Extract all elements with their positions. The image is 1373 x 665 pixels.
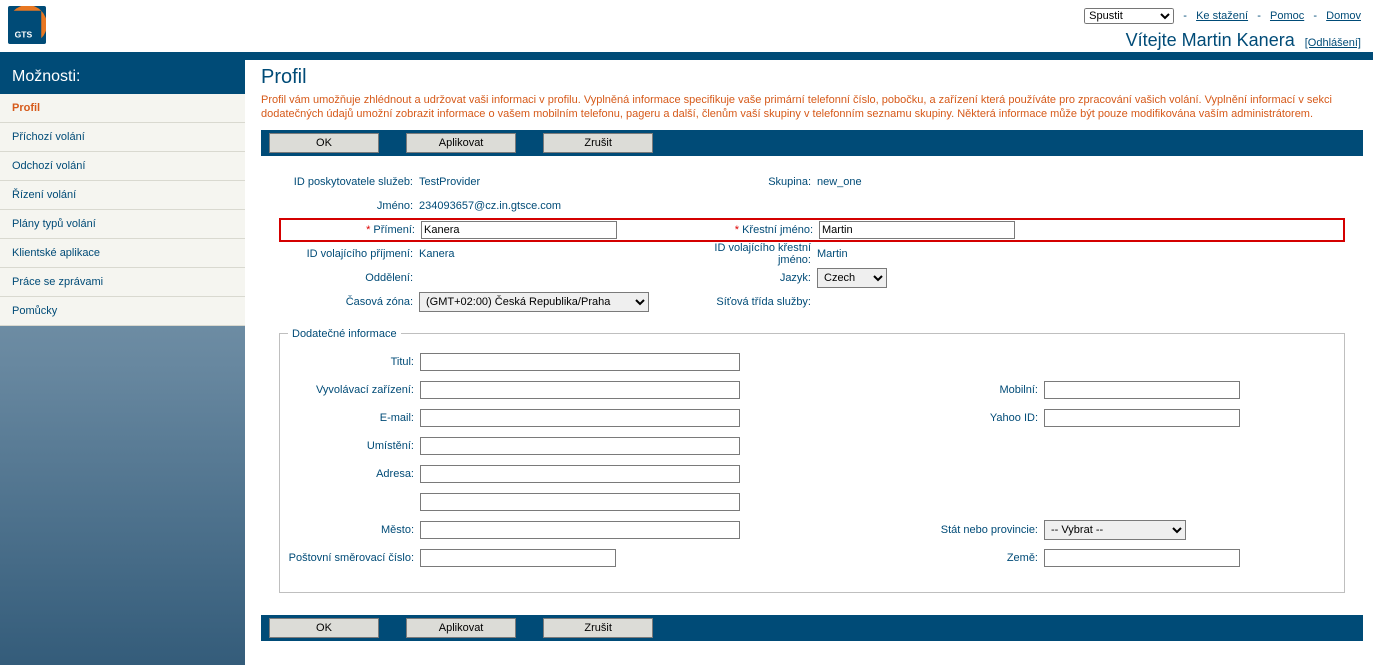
clid-first-label: ID volajícího křestní jméno: [709,242,817,266]
location-input[interactable] [420,437,740,455]
location-label: Umístění: [288,440,420,452]
button-bar-bottom: OK Aplikovat Zrušit [261,615,1363,641]
city-input[interactable] [420,521,740,539]
timezone-select[interactable]: (GMT+02:00) Česká Republika/Praha [419,292,649,312]
netclass-label: Síťová třída služby: [709,296,817,308]
ok-button-bottom[interactable]: OK [269,618,379,638]
address-input-1[interactable] [420,465,740,483]
city-label: Město: [288,524,420,536]
svg-text:GTS: GTS [15,29,33,39]
lang-label: Jazyk: [709,272,817,284]
username-value: 234093657@cz.in.gtsce.com [419,200,561,212]
title-input[interactable] [420,353,740,371]
top-links: Spustit - Ke stažení - Pomoc - Domov [1084,8,1361,24]
sidebar-item-incoming[interactable]: Příchozí volání [0,123,245,152]
email-input[interactable] [420,409,740,427]
launch-select[interactable]: Spustit [1084,8,1174,24]
pager-label: Vyvolávací zařízení: [288,384,420,396]
zip-input[interactable] [420,549,616,567]
state-select[interactable]: -- Vybrat -- [1044,520,1186,540]
intro-text: Profil vám umožňuje zhlédnout a udržovat… [261,93,1363,122]
home-link[interactable]: Domov [1326,10,1361,22]
sidebar-header: Možnosti: [0,60,245,94]
topbar: GTS Spustit - Ke stažení - Pomoc - Domov… [0,0,1373,60]
sidebar-item-callcontrol[interactable]: Řízení volání [0,181,245,210]
address-input-2[interactable] [420,493,740,511]
page-title: Profil [261,66,1363,89]
mobile-input[interactable] [1044,381,1240,399]
country-label: Země: [640,552,1044,564]
additional-info-legend: Dodatečné informace [288,328,401,340]
name-highlight-row: * Přímení: * Křestní jméno: [279,218,1345,242]
group-value: new_one [817,176,862,188]
clid-last-label: ID volajícího příjmení: [279,248,419,260]
state-label: Stát nebo provincie: [764,524,1044,536]
content: Profil Profil vám umožňuje zhlédnout a u… [245,60,1373,665]
yahoo-input[interactable] [1044,409,1240,427]
provider-label: ID poskytovatele služeb: [279,176,419,188]
sidebar-item-callingplans[interactable]: Plány typů volání [0,210,245,239]
help-link[interactable]: Pomoc [1270,10,1304,22]
zip-label: Poštovní směrovací číslo: [288,552,420,564]
language-select[interactable]: Czech [817,268,887,288]
download-link[interactable]: Ke stažení [1196,10,1248,22]
lastname-input[interactable] [421,221,617,239]
logout-link[interactable]: [Odhlášení] [1305,37,1361,49]
mobile-label: Mobilní: [764,384,1044,396]
lastname-label: * Přímení: [281,224,421,236]
ok-button[interactable]: OK [269,133,379,153]
username-label: Jméno: [279,200,419,212]
pager-input[interactable] [420,381,740,399]
button-bar-top: OK Aplikovat Zrušit [261,130,1363,156]
firstname-input[interactable] [819,221,1015,239]
tz-label: Časová zóna: [279,296,419,308]
email-label: E-mail: [288,412,420,424]
sidebar-item-clientapps[interactable]: Klientské aplikace [0,239,245,268]
sidebar-item-outgoing[interactable]: Odchozí volání [0,152,245,181]
group-label: Skupina: [709,176,817,188]
clid-last-value: Kanera [419,248,454,260]
gts-logo: GTS [8,6,46,44]
clid-first-value: Martin [817,248,848,260]
title-label: Titul: [288,356,420,368]
dept-label: Oddělení: [279,272,419,284]
additional-info-fieldset: Dodatečné informace Titul: Vyvolávací za… [279,328,1345,593]
sidebar: Možnosti: Profil Příchozí volání Odchozí… [0,60,245,665]
sidebar-item-profil[interactable]: Profil [0,94,245,123]
yahoo-label: Yahoo ID: [764,412,1044,424]
address-label: Adresa: [288,468,420,480]
sidebar-item-utilities[interactable]: Pomůcky [0,297,245,326]
apply-button[interactable]: Aplikovat [406,133,516,153]
welcome-text: Vítejte Martin Kanera [Odhlášení] [1084,30,1361,51]
sidebar-item-messaging[interactable]: Práce se zprávami [0,268,245,297]
cancel-button[interactable]: Zrušit [543,133,653,153]
cancel-button-bottom[interactable]: Zrušit [543,618,653,638]
apply-button-bottom[interactable]: Aplikovat [406,618,516,638]
provider-value: TestProvider [419,176,480,188]
country-input[interactable] [1044,549,1240,567]
firstname-label: * Křestní jméno: [711,224,819,236]
